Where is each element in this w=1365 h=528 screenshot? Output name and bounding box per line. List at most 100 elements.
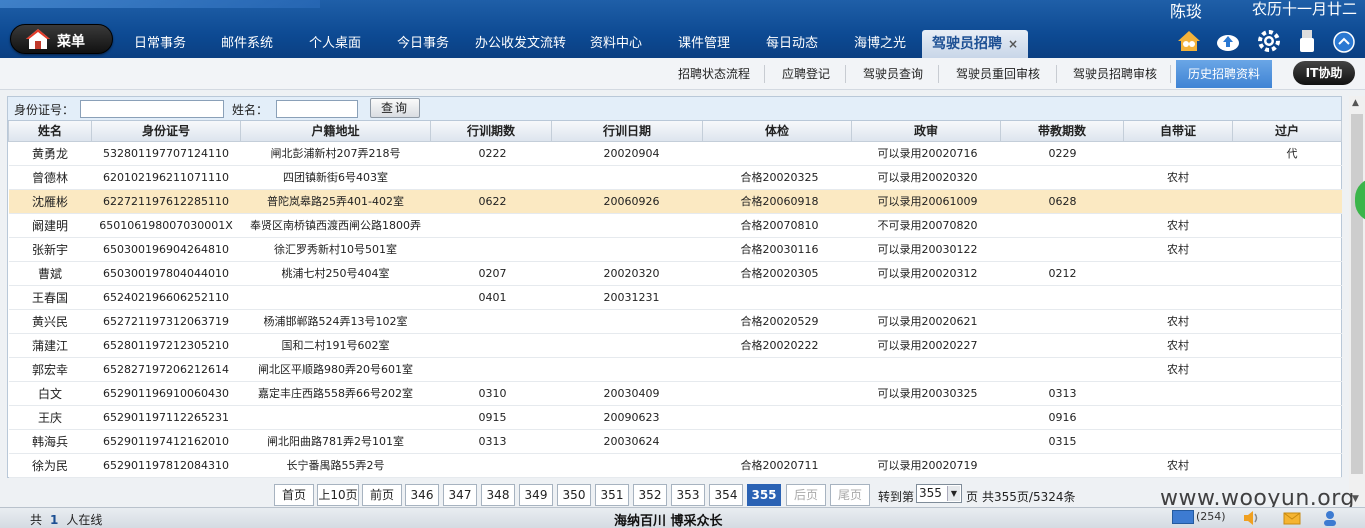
page-number-button[interactable]: 346: [405, 484, 439, 506]
cell-mentor-term: [1000, 165, 1124, 190]
nav-daily-news[interactable]: 每日动态: [766, 30, 818, 58]
cell-mentor-term: [1000, 309, 1124, 334]
query-button[interactable]: 查询: [370, 98, 420, 118]
col-medical-check[interactable]: 体检: [702, 121, 852, 142]
usb-drive-icon[interactable]: [1294, 28, 1320, 54]
nav-personal-desktop[interactable]: 个人桌面: [309, 30, 361, 58]
scrollbar-thumb[interactable]: [1351, 114, 1363, 474]
subnav-history-records[interactable]: 历史招聘资料: [1176, 60, 1273, 88]
table-row[interactable]: 郭宏幸 652827197206212614 闸北区平顺路980弄20号601室 农村: [8, 357, 1342, 382]
table-row[interactable]: 徐为民 652901197812084310 长宁番禺路55弄2号 合格2002071…: [8, 453, 1342, 478]
scroll-up-icon[interactable]: [1333, 31, 1355, 53]
col-political-review[interactable]: 政审: [851, 121, 1001, 142]
home-icon: [26, 29, 50, 49]
it-help-button[interactable]: IT协助: [1293, 61, 1355, 85]
cell-name: 曹斌: [8, 261, 92, 286]
online-count[interactable]: 1: [50, 513, 58, 527]
table-row[interactable]: 黄勇龙 532801197707124110 闸北彭浦新村207弄218号 0222 2…: [8, 141, 1342, 166]
name-input[interactable]: [276, 100, 358, 118]
table-row[interactable]: 王庆 652901197112265231 0915 20090623 0916: [8, 405, 1342, 430]
mail-indicator[interactable]: (254): [1172, 510, 1226, 524]
status-footer: 共 1 人在线 海纳百川 博采众长 (254): [0, 507, 1365, 528]
next-page-button[interactable]: 后页: [786, 484, 826, 506]
table-row[interactable]: 曾德林 620102196211071110 四团镇新街6号403室 合格200203…: [8, 165, 1342, 190]
id-number-input[interactable]: [80, 100, 224, 118]
vertical-scrollbar[interactable]: ▲ ▼: [1349, 96, 1365, 506]
subnav-driver-query[interactable]: 驾驶员查询: [863, 64, 923, 84]
cell-own-license: [1123, 381, 1233, 406]
page-number-button[interactable]: 347: [443, 484, 477, 506]
nav-driver-recruit[interactable]: 驾驶员招聘 ×: [922, 30, 1028, 58]
col-name[interactable]: 姓名: [8, 121, 92, 142]
page-number-button[interactable]: 350: [557, 484, 591, 506]
page-number-button[interactable]: 348: [481, 484, 515, 506]
first-page-button[interactable]: 首页: [274, 484, 314, 506]
col-address[interactable]: 户籍地址: [240, 121, 431, 142]
table-row[interactable]: 黄兴民 652721197312063719 杨浦邯郸路524弄13号102室 合格2…: [8, 309, 1342, 334]
sub-nav: 招聘状态流程 应聘登记 驾驶员查询 驾驶员重回审核 驾驶员招聘审核 历史招聘资料…: [0, 58, 1365, 90]
menu-label: 菜单: [57, 34, 85, 50]
page-number-button[interactable]: 355: [747, 484, 781, 506]
col-training-term[interactable]: 行训期数: [430, 121, 552, 142]
subnav-driver-recheck[interactable]: 驾驶员重回审核: [956, 64, 1040, 84]
cell-own-license: 农村: [1123, 237, 1233, 262]
col-training-date[interactable]: 行训日期: [551, 121, 703, 142]
subnav-status-flow[interactable]: 招聘状态流程: [678, 64, 750, 84]
table-row[interactable]: 韩海兵 652901197412162010 闸北阳曲路781弄2号101室 0313…: [8, 429, 1342, 454]
speaker-icon[interactable]: [1242, 510, 1260, 526]
cell-id-number: 652901196910060430: [91, 381, 241, 406]
cell-transfer: 代: [1232, 141, 1342, 166]
cell-address: 嘉定丰庄西路558弄66号202室: [240, 381, 431, 406]
nav-mail-system[interactable]: 邮件系统: [221, 30, 273, 58]
user-settings-icon[interactable]: [1322, 510, 1340, 526]
cell-mentor-term: [1000, 285, 1124, 310]
table-row[interactable]: 蒲建江 652801197212305210 国和二村191号602室 合格20020…: [8, 333, 1342, 358]
nav-haibo-light[interactable]: 海博之光: [854, 30, 906, 58]
table-row[interactable]: 白文 652901196910060430 嘉定丰庄西路558弄66号202室 031…: [8, 381, 1342, 406]
nav-courseware[interactable]: 课件管理: [678, 30, 730, 58]
prev-page-button[interactable]: 前页: [362, 484, 402, 506]
cell-own-license: 农村: [1123, 309, 1233, 334]
last-page-button[interactable]: 尾页: [830, 484, 870, 506]
page-number-button[interactable]: 351: [595, 484, 629, 506]
page-unit-label: 页: [966, 490, 979, 504]
col-id-number[interactable]: 身份证号: [91, 121, 241, 142]
message-icon[interactable]: [1283, 510, 1301, 526]
cell-training-term: 0207: [430, 261, 552, 286]
col-mentor-term[interactable]: 带教期数: [1000, 121, 1124, 142]
table-row[interactable]: 王春国 652402196606252110 0401 20031231: [8, 285, 1342, 310]
cell-political-review: 可以录用20020312: [851, 261, 1001, 286]
col-transfer[interactable]: 过户: [1232, 121, 1342, 142]
col-own-license[interactable]: 自带证: [1123, 121, 1233, 142]
mail-icon: [1172, 510, 1194, 524]
cell-transfer: [1232, 309, 1342, 334]
scroll-up-arrow-icon[interactable]: ▲: [1352, 98, 1359, 108]
goto-label: 转到第: [878, 490, 915, 504]
cell-training-date: 20020320: [551, 261, 703, 286]
table-row[interactable]: 沈雁彬 622721197612285110 普陀岚皋路25弄401-402室 062…: [8, 189, 1342, 214]
gear-icon[interactable]: [1256, 28, 1282, 54]
cell-training-date: 20030624: [551, 429, 703, 454]
page-number-button[interactable]: 354: [709, 484, 743, 506]
page-number-button[interactable]: 349: [519, 484, 553, 506]
nav-resource-center[interactable]: 资料中心: [590, 30, 642, 58]
main-menu-button[interactable]: 菜单: [10, 24, 113, 54]
home-people-icon[interactable]: [1176, 28, 1202, 54]
cloud-upload-icon[interactable]: [1215, 28, 1241, 54]
cell-training-term: 0222: [430, 141, 552, 166]
cell-name: 白文: [8, 381, 92, 406]
table-row[interactable]: 张新宇 650300196904264810 徐汇罗秀新村10号501室 合格2003…: [8, 237, 1342, 262]
cell-address: 国和二村191号602室: [240, 333, 431, 358]
page-number-button[interactable]: 352: [633, 484, 667, 506]
subnav-recruit-audit[interactable]: 驾驶员招聘审核: [1073, 64, 1157, 84]
close-tab-icon[interactable]: ×: [1008, 37, 1018, 51]
prev-10-pages-button[interactable]: 上10页: [317, 484, 359, 506]
table-row[interactable]: 曹斌 650300197804044010 桃浦七村250号404室 0207 2002…: [8, 261, 1342, 286]
page-number-button[interactable]: 353: [671, 484, 705, 506]
table-row[interactable]: 阚建明 650106198007030001X 奉贤区南桥镇西渡西闸公路1800弄 合…: [8, 213, 1342, 238]
nav-document-flow[interactable]: 办公收发文流转: [475, 30, 566, 58]
nav-today-affairs[interactable]: 今日事务: [397, 30, 449, 58]
goto-page-select[interactable]: 355 ▼: [916, 484, 962, 503]
nav-daily-affairs[interactable]: 日常事务: [134, 30, 186, 58]
subnav-apply-register[interactable]: 应聘登记: [782, 64, 830, 84]
